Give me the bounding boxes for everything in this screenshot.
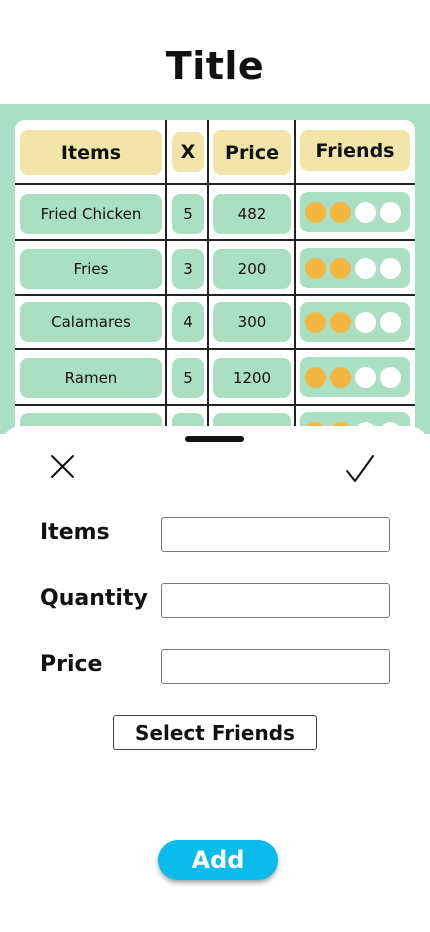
header-items[interactable]: Items [20, 130, 162, 175]
items-table: Items X Price Friends Fried Chicken 5 48… [15, 120, 415, 440]
quantity-input[interactable] [161, 583, 390, 618]
friend-unselected-dot[interactable] [380, 366, 401, 388]
price-label: Price [40, 652, 103, 677]
row-price-cell[interactable]: 482 [213, 194, 291, 234]
page-title: Title [165, 44, 265, 88]
friend-unselected-dot[interactable] [380, 257, 401, 279]
column-divider [165, 120, 167, 440]
friend-selected-dot[interactable] [330, 311, 351, 333]
row-item-cell[interactable]: Ramen [20, 358, 162, 398]
checkmark-icon[interactable] [342, 452, 378, 488]
add-item-sheet: Items Quantity Price Select Friends Add [0, 426, 430, 932]
row-quantity-cell[interactable]: 5 [172, 194, 204, 234]
friend-unselected-dot[interactable] [355, 257, 376, 279]
header-friends[interactable]: Friends [300, 130, 410, 171]
select-friends-button[interactable]: Select Friends [113, 715, 317, 750]
row-quantity-cell[interactable]: 3 [172, 249, 204, 289]
close-icon[interactable] [44, 449, 80, 485]
row-divider [15, 183, 415, 185]
items-label: Items [40, 520, 110, 545]
items-input[interactable] [161, 517, 390, 552]
row-price-cell[interactable]: 200 [213, 249, 291, 289]
row-price-cell[interactable]: 300 [213, 302, 291, 342]
row-price-cell[interactable]: 1200 [213, 358, 291, 398]
friend-selected-dot[interactable] [330, 201, 351, 223]
friend-unselected-dot[interactable] [380, 311, 401, 333]
friend-selected-dot[interactable] [330, 257, 351, 279]
friend-unselected-dot[interactable] [380, 201, 401, 223]
row-friends-cell[interactable] [300, 192, 410, 232]
row-item-cell[interactable]: Fries [20, 249, 162, 289]
sheet-drag-handle[interactable] [185, 436, 244, 442]
row-friends-cell[interactable] [300, 248, 410, 288]
friend-selected-dot[interactable] [330, 366, 351, 388]
friend-unselected-dot[interactable] [355, 311, 376, 333]
row-divider [15, 348, 415, 350]
header-quantity[interactable]: X [172, 132, 204, 172]
row-item-cell[interactable]: Fried Chicken [20, 194, 162, 234]
row-quantity-cell[interactable]: 5 [172, 358, 204, 398]
quantity-label: Quantity [40, 586, 148, 611]
row-divider [15, 239, 415, 241]
row-friends-cell[interactable] [300, 357, 410, 397]
row-divider [15, 404, 415, 406]
row-divider [15, 294, 415, 296]
row-item-cell[interactable]: Calamares [20, 302, 162, 342]
row-friends-cell[interactable] [300, 302, 410, 342]
friend-selected-dot[interactable] [305, 311, 326, 333]
friend-unselected-dot[interactable] [355, 201, 376, 223]
column-divider [294, 120, 296, 440]
add-button[interactable]: Add [158, 840, 278, 880]
friend-selected-dot[interactable] [305, 366, 326, 388]
price-input[interactable] [161, 649, 390, 684]
column-divider [207, 120, 209, 440]
header-price[interactable]: Price [213, 130, 291, 175]
row-quantity-cell[interactable]: 4 [172, 302, 204, 342]
friend-unselected-dot[interactable] [355, 366, 376, 388]
friend-selected-dot[interactable] [305, 201, 326, 223]
friend-selected-dot[interactable] [305, 257, 326, 279]
